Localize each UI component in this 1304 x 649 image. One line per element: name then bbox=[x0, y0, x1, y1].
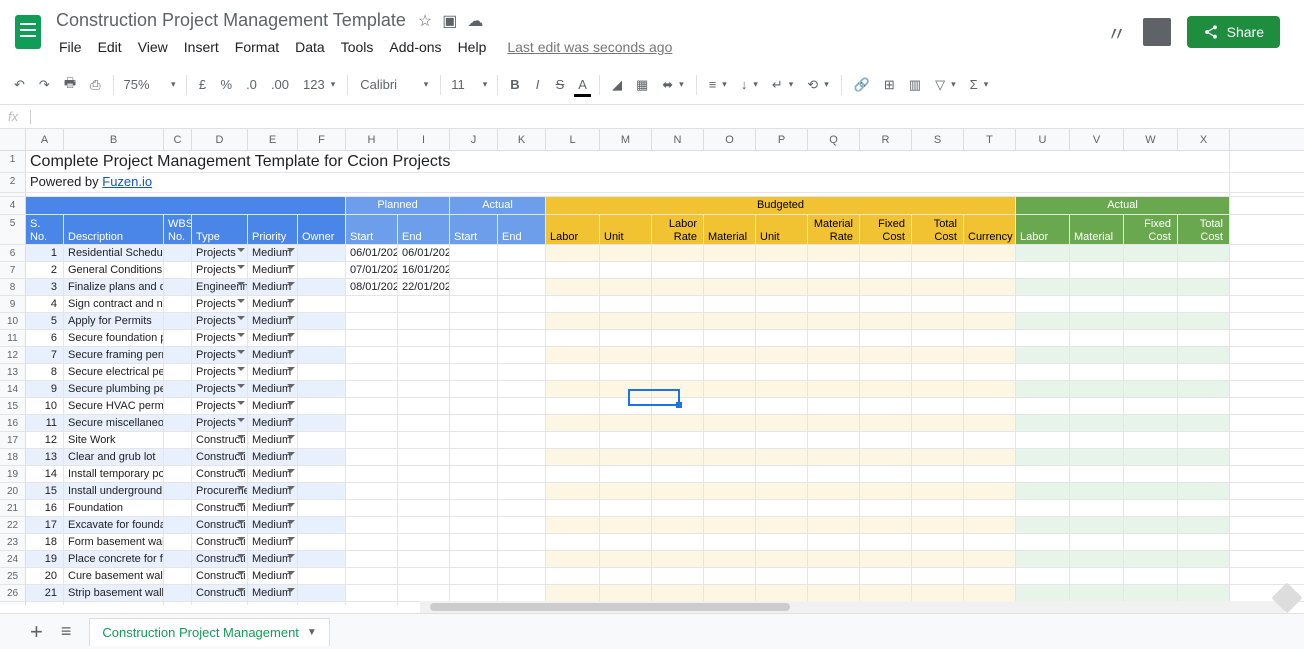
col-header[interactable]: I bbox=[398, 129, 450, 150]
italic-button[interactable]: I bbox=[528, 73, 548, 96]
redo-button[interactable]: ↷ bbox=[33, 73, 56, 97]
text-color-button[interactable]: A bbox=[572, 73, 593, 96]
menu-view[interactable]: View bbox=[131, 35, 175, 59]
doc-title[interactable]: Construction Project Management Template bbox=[52, 8, 410, 33]
menu-addons[interactable]: Add-ons bbox=[382, 35, 448, 59]
halign-button[interactable]: ≡ bbox=[703, 73, 733, 96]
link-button[interactable]: 🔗 bbox=[848, 73, 876, 97]
col-header[interactable]: U bbox=[1016, 129, 1070, 150]
star-icon[interactable]: ☆ bbox=[418, 11, 432, 31]
col-header[interactable]: E bbox=[248, 129, 298, 150]
sheet-tab[interactable]: Construction Project Management▼ bbox=[89, 618, 329, 646]
col-header[interactable]: B bbox=[64, 129, 164, 150]
grid[interactable]: ABCDEFHIJKLMNOPQRSTUVWX 1Complete Projec… bbox=[0, 129, 1304, 605]
filter-button[interactable]: ▽ bbox=[929, 73, 962, 97]
print-button[interactable]: 🖶 bbox=[58, 70, 82, 100]
toolbar: ↶ ↷ 🖶 ⎙ 75% £ % .0 .00 123 Calibri 11 B … bbox=[0, 65, 1304, 105]
formula-input[interactable] bbox=[30, 110, 31, 124]
last-edit-link[interactable]: Last edit was seconds ago bbox=[507, 39, 672, 55]
cloud-icon[interactable]: ☁ bbox=[467, 11, 483, 31]
wrap-button[interactable]: ↵ bbox=[766, 73, 799, 97]
col-header[interactable]: M bbox=[600, 129, 652, 150]
menu-edit[interactable]: Edit bbox=[91, 35, 129, 59]
formula-bar[interactable]: fx bbox=[0, 105, 1304, 129]
chart-button[interactable]: ▥ bbox=[903, 73, 927, 97]
decrease-decimal-button[interactable]: .0 bbox=[240, 73, 263, 96]
functions-button[interactable]: Σ bbox=[964, 73, 995, 96]
menu-insert[interactable]: Insert bbox=[177, 35, 226, 59]
merge-button[interactable]: ⬌ bbox=[656, 73, 689, 97]
menu-help[interactable]: Help bbox=[451, 35, 494, 59]
col-header[interactable]: V bbox=[1070, 129, 1124, 150]
paint-format-button[interactable]: ⎙ bbox=[84, 73, 106, 97]
col-header[interactable]: W bbox=[1124, 129, 1178, 150]
valign-button[interactable]: ↓ bbox=[735, 73, 764, 96]
share-button[interactable]: Share bbox=[1187, 16, 1280, 48]
col-header[interactable]: D bbox=[192, 129, 248, 150]
borders-button[interactable]: ▦ bbox=[630, 73, 654, 97]
col-header[interactable]: P bbox=[756, 129, 808, 150]
menu-format[interactable]: Format bbox=[228, 35, 286, 59]
font-select[interactable]: Calibri bbox=[354, 77, 434, 92]
col-header[interactable]: C bbox=[164, 129, 192, 150]
menu-tools[interactable]: Tools bbox=[334, 35, 381, 59]
number-format-select[interactable]: 123 bbox=[297, 73, 341, 96]
menu-bar: File Edit View Insert Format Data Tools … bbox=[52, 33, 1107, 65]
all-sheets-button[interactable]: ≡ bbox=[61, 621, 72, 642]
col-header[interactable]: O bbox=[704, 129, 756, 150]
fill-color-button[interactable]: ◢ bbox=[606, 73, 628, 97]
comments-icon[interactable] bbox=[1143, 18, 1171, 46]
col-header[interactable]: A bbox=[26, 129, 64, 150]
zoom-select[interactable]: 75% bbox=[120, 77, 180, 92]
horizontal-scrollbar[interactable] bbox=[420, 601, 1284, 613]
col-header[interactable]: Q bbox=[808, 129, 860, 150]
col-header[interactable]: L bbox=[546, 129, 600, 150]
rotate-button[interactable]: ⟲ bbox=[801, 73, 834, 97]
strike-button[interactable]: S bbox=[550, 73, 571, 96]
col-header[interactable]: T bbox=[964, 129, 1016, 150]
menu-file[interactable]: File bbox=[52, 35, 89, 59]
col-header[interactable]: J bbox=[450, 129, 498, 150]
col-header[interactable]: S bbox=[912, 129, 964, 150]
col-header[interactable]: H bbox=[346, 129, 398, 150]
col-header[interactable]: K bbox=[498, 129, 546, 150]
activity-icon[interactable]: 〃 bbox=[1107, 18, 1127, 47]
sheets-logo[interactable] bbox=[8, 12, 48, 52]
menu-data[interactable]: Data bbox=[288, 35, 332, 59]
increase-decimal-button[interactable]: .00 bbox=[265, 73, 295, 96]
percent-button[interactable]: % bbox=[215, 73, 239, 96]
add-sheet-button[interactable]: + bbox=[30, 619, 43, 645]
col-header[interactable]: N bbox=[652, 129, 704, 150]
col-header[interactable]: R bbox=[860, 129, 912, 150]
bold-button[interactable]: B bbox=[504, 73, 525, 96]
font-size-select[interactable]: 11 bbox=[447, 77, 491, 92]
fx-label: fx bbox=[8, 109, 18, 124]
move-icon[interactable]: ▣ bbox=[442, 11, 457, 31]
col-header[interactable]: F bbox=[298, 129, 346, 150]
currency-button[interactable]: £ bbox=[193, 73, 213, 96]
comment-button[interactable]: ⊞ bbox=[878, 73, 901, 97]
sheet-tab-bar: + ≡ Construction Project Management▼ bbox=[0, 613, 1304, 649]
undo-button[interactable]: ↶ bbox=[8, 73, 31, 97]
col-header[interactable]: X bbox=[1178, 129, 1230, 150]
